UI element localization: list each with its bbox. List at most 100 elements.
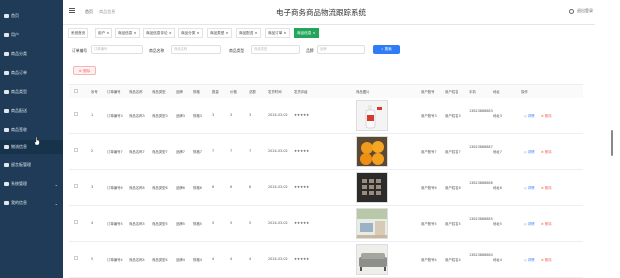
tab-category[interactable]: 商品分类 ×	[178, 28, 203, 38]
detail-label: 详情	[527, 150, 535, 154]
logout-button[interactable]: 退出登录	[569, 8, 593, 14]
cell-rating: ★★★★★	[294, 257, 310, 261]
sign-icon	[4, 128, 9, 132]
breadcrumb-home[interactable]: 首页	[85, 9, 93, 14]
tab-goods-comment[interactable]: 商品信息评论 ×	[143, 28, 175, 38]
cell-phone: 13823888883	[469, 109, 493, 113]
sidebar-item-type[interactable]: 商品类型	[0, 85, 63, 99]
detail-button[interactable]: ◇ 详情	[524, 221, 534, 226]
delete-button[interactable]: ⊗ 删除	[541, 185, 552, 190]
sidebar-item-category[interactable]: 商品分类	[0, 47, 63, 61]
cell-user: 用户账号5	[421, 222, 437, 226]
table-row[interactable]: 4 订单编号5 商品名称5 商品类型5 品牌5 规格5 5 5 5 2024-0…	[69, 206, 583, 242]
brand-label: 品牌	[306, 48, 314, 53]
name-input[interactable]: 商品名称	[171, 45, 221, 54]
tab-order[interactable]: 商品订单 ×	[265, 28, 290, 38]
row-checkbox[interactable]	[74, 148, 78, 152]
sidebar-item-sign[interactable]: 商品签收	[0, 123, 63, 137]
detail-button[interactable]: ◇ 详情	[524, 185, 534, 190]
th-qty[interactable]: 数量	[212, 89, 219, 94]
tab-type[interactable]: 商品类型 ×	[207, 28, 232, 38]
detail-button[interactable]: ◇ 详情	[524, 257, 534, 262]
th-spec[interactable]: 规格	[193, 89, 200, 94]
cell-no: 4	[91, 221, 94, 225]
sidebar-item-label: 留言板管理	[11, 162, 31, 167]
th-order[interactable]: 订单编号	[107, 89, 121, 94]
tab-home[interactable]: 系统首页	[68, 28, 89, 38]
th-phone[interactable]: 手机	[469, 89, 476, 94]
batch-delete-button[interactable]: ⊗ 删除	[73, 66, 96, 75]
tab-goods-active[interactable]: 商品信息 ×	[294, 28, 319, 38]
delete-label: 删除	[544, 150, 552, 154]
sidebar-item-profile[interactable]: 我的信息 ⌄	[0, 196, 63, 210]
row-checkbox[interactable]	[74, 220, 78, 224]
brand-input[interactable]: 品牌	[317, 45, 365, 54]
sidebar-item-label: 我的信息	[11, 200, 27, 205]
row-checkbox[interactable]	[74, 256, 78, 260]
th-rating[interactable]: 发货评级	[294, 89, 308, 94]
cell-date: 2024-03-02	[268, 185, 288, 189]
th-type[interactable]: 商品类型	[152, 89, 166, 94]
sidebar-item-logistics[interactable]: 物流信息	[0, 140, 63, 154]
sidebar-item-home[interactable]: 首页	[0, 9, 63, 23]
table-row[interactable]: 3 订单编号6 商品名称6 商品类型6 品牌6 规格6 6 6 6 2024-0…	[69, 170, 583, 206]
menu-toggle-icon[interactable]	[69, 8, 75, 13]
sidebar-item-user[interactable]: 用户	[0, 28, 63, 42]
scrollbar[interactable]	[611, 130, 613, 156]
tab-delivery[interactable]: 商品配送 ×	[236, 28, 261, 38]
tab-user[interactable]: 用户 ×	[95, 28, 113, 38]
detail-button[interactable]: ◇ 详情	[524, 113, 534, 118]
detail-button[interactable]: ◇ 详情	[524, 149, 534, 154]
cell-addr: 地址5	[493, 222, 502, 226]
th-date[interactable]: 发货时间	[268, 89, 282, 94]
th-price[interactable]: 价格	[230, 89, 237, 94]
th-uname[interactable]: 用户姓名	[445, 89, 459, 94]
sidebar-item-label: 商品分类	[11, 51, 27, 56]
table-row[interactable]: 1 订单编号3 商品名称3 商品类型3 品牌3 规格3 3 3 3 2024-0…	[69, 98, 583, 134]
cell-type: 商品类型6	[152, 186, 168, 190]
th-addr[interactable]: 地址	[493, 89, 500, 94]
delete-button[interactable]: ⊗ 删除	[541, 221, 552, 226]
th-brand[interactable]: 品牌	[176, 89, 183, 94]
cell-price: 5	[230, 221, 233, 225]
th-no[interactable]: 序号	[91, 89, 98, 94]
cell-addr: 地址6	[493, 186, 502, 190]
search-button[interactable]: ⌕ 搜索	[373, 45, 400, 54]
product-image-oranges[interactable]	[356, 136, 388, 167]
order-input[interactable]: 订单编号	[91, 45, 143, 54]
search-button-label: 搜索	[384, 47, 392, 51]
th-name[interactable]: 商品名称	[129, 89, 143, 94]
delete-button[interactable]: ⊗ 删除	[541, 113, 552, 118]
batch-delete-label: 删除	[82, 69, 91, 73]
type-input[interactable]: 商品类型	[251, 45, 300, 54]
row-checkbox[interactable]	[74, 184, 78, 188]
table-row[interactable]: 5 订单编号4 商品名称4 商品类型4 品牌4 规格4 4 4 4 2024-0…	[69, 242, 583, 278]
row-checkbox[interactable]	[74, 112, 78, 116]
tab-goods[interactable]: 商品信息 ×	[115, 28, 140, 38]
product-image-room[interactable]	[356, 208, 388, 239]
th-user[interactable]: 用户账号	[421, 89, 435, 94]
cell-date: 2024-03-02	[268, 113, 288, 117]
sidebar-item-system[interactable]: 系统管理 ⌄	[0, 177, 63, 191]
type-icon	[4, 90, 9, 94]
delete-button[interactable]: ⊗ 删除	[541, 149, 552, 154]
sidebar-item-message[interactable]: 留言板管理	[0, 158, 63, 172]
delete-button[interactable]: ⊗ 删除	[541, 257, 552, 262]
cell-no: 2	[91, 149, 94, 153]
sidebar-item-order[interactable]: 商品订单	[0, 66, 63, 80]
cell-phone: 13823888885	[469, 217, 493, 221]
product-image-sofa[interactable]	[356, 244, 388, 275]
product-image-keypad[interactable]	[356, 172, 388, 203]
cell-phone: 13823888887	[469, 145, 493, 149]
cell-phone: 13823888884	[469, 253, 493, 257]
th-total[interactable]: 总额	[249, 89, 256, 94]
cell-user: 用户账号7	[421, 150, 437, 154]
delete-label: 删除	[544, 258, 552, 262]
product-image-bottle[interactable]	[356, 100, 388, 131]
cell-addr: 地址3	[493, 114, 502, 118]
sidebar-item-delivery[interactable]: 商品配送	[0, 104, 63, 118]
select-all-checkbox[interactable]	[74, 89, 78, 93]
order-label: 订单编号	[72, 48, 88, 53]
table-row[interactable]: 2 订单编号7 商品名称7 商品类型7 品牌7 规格7 7 7 7 2024-0…	[69, 134, 583, 170]
cell-spec: 规格5	[193, 222, 202, 226]
